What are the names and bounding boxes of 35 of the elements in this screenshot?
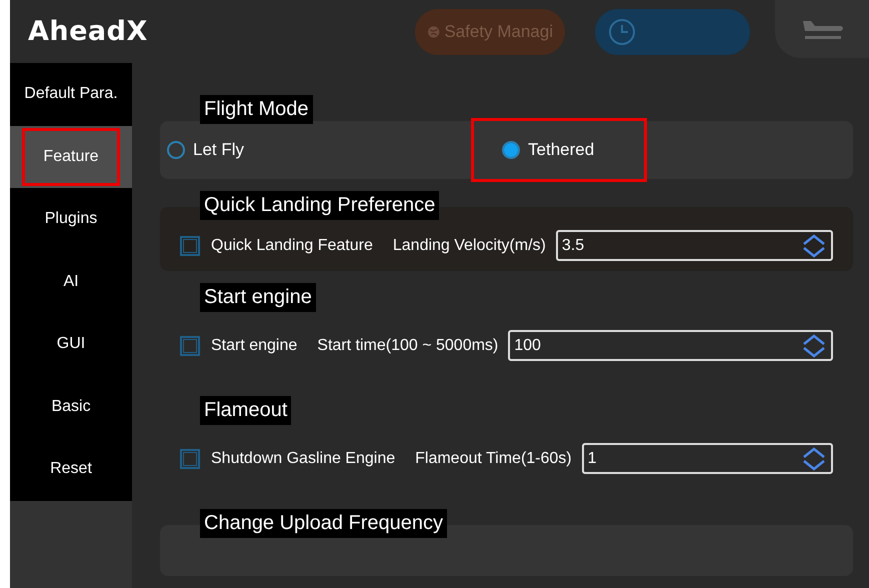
- section-heading: Change Upload Frequency: [200, 509, 448, 538]
- checkbox-label: Start engine: [211, 336, 298, 355]
- section-heading: Flight Mode: [200, 95, 312, 124]
- number-field[interactable]: 1: [582, 443, 833, 474]
- checkbox-label: Shutdown Gasline Engine: [211, 450, 396, 468]
- sidebar-item[interactable]: GUI: [10, 313, 132, 376]
- sidebar-item[interactable]: Feature: [10, 126, 132, 188]
- checkbox[interactable]: [180, 448, 200, 469]
- radio-option[interactable]: Let Fly: [167, 140, 244, 160]
- clock-button[interactable]: [595, 8, 750, 54]
- checkbox-label: Quick Landing Feature: [211, 236, 373, 255]
- plane-panel[interactable]: [775, 0, 869, 58]
- checkbox[interactable]: [180, 236, 200, 256]
- checkbox[interactable]: [180, 336, 200, 356]
- number-field[interactable]: 3.5: [556, 230, 833, 262]
- field-label: Start time(100 ~ 5000ms): [317, 336, 498, 355]
- sidebar-item[interactable]: AI: [10, 250, 132, 313]
- clock-icon: [607, 16, 637, 46]
- radio-option[interactable]: Tethered: [502, 140, 594, 160]
- spinner-icon[interactable]: [801, 232, 827, 259]
- spinner-icon[interactable]: [801, 446, 827, 472]
- field-label: Landing Velocity(m/s): [392, 236, 546, 255]
- field-label: Flameout Time(1-60s): [415, 450, 572, 468]
- sidebar-item[interactable]: Reset: [10, 438, 132, 500]
- sidebar-item[interactable]: Basic: [10, 376, 132, 438]
- spinner-icon[interactable]: [801, 332, 827, 359]
- radio-button[interactable]: [167, 141, 185, 159]
- section-heading: Quick Landing Preference: [200, 191, 440, 220]
- number-field[interactable]: 100: [508, 330, 833, 362]
- sidebar-item[interactable]: Plugins: [10, 188, 132, 250]
- sidebar-item[interactable]: Default Para.: [10, 63, 132, 126]
- radio-button[interactable]: [502, 141, 520, 159]
- section-heading: Flameout: [200, 396, 292, 426]
- section-heading: Start engine: [200, 283, 316, 312]
- app-logo: AheadX: [28, 16, 149, 47]
